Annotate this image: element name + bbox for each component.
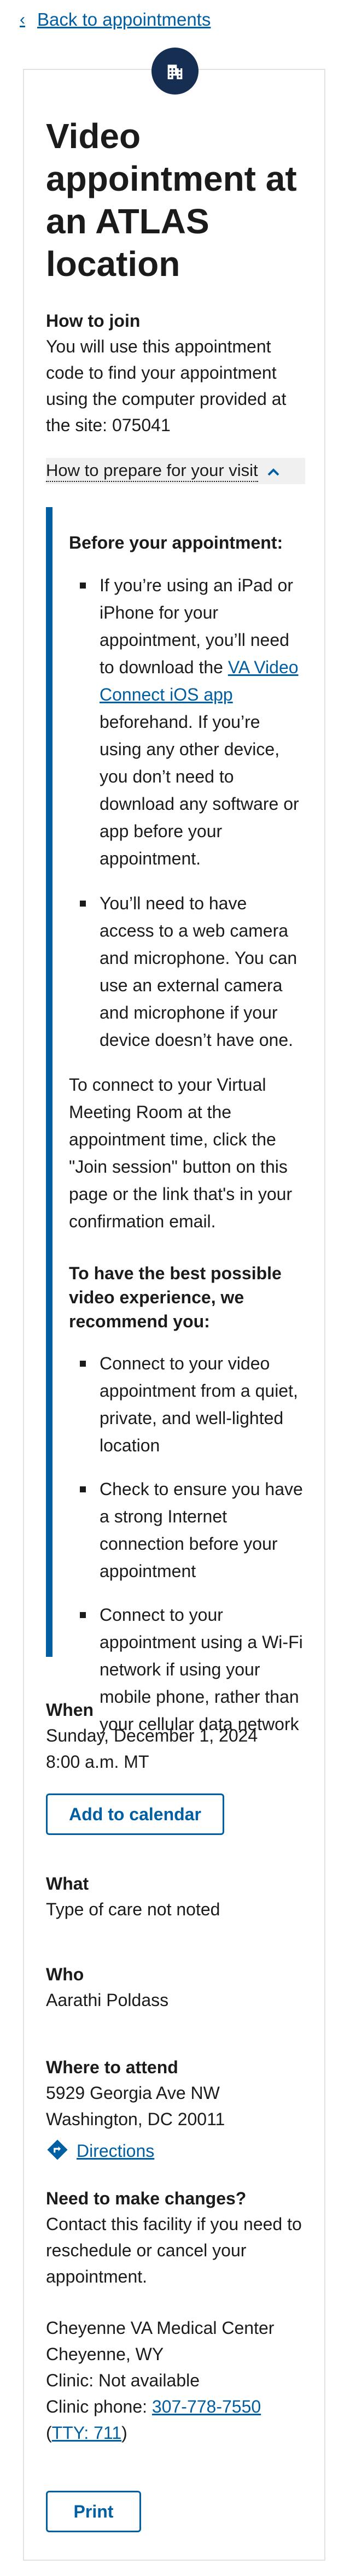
- what-section: What Type of care not noted: [46, 1871, 308, 1922]
- bullet-text: beforehand. If you’re using any other de…: [100, 712, 299, 868]
- where-heading: Where to attend: [46, 2057, 178, 2077]
- list-item: Connect to your video appointment from a…: [69, 1350, 304, 1459]
- back-link-label: Back to appointments: [37, 9, 211, 30]
- back-to-appointments-link[interactable]: ‹ Back to appointments: [20, 8, 211, 32]
- prepare-visit-toggle[interactable]: How to prepare for your visit: [46, 458, 305, 484]
- directions-link[interactable]: Directions: [77, 2138, 154, 2164]
- chevron-up-icon: [267, 461, 280, 481]
- chevron-left-icon: ‹: [20, 10, 25, 28]
- tty-link[interactable]: TTY: 711: [52, 2423, 121, 2443]
- changes-heading: Need to make changes?: [46, 2189, 247, 2208]
- tty-line: (TTY: 711): [46, 2420, 308, 2446]
- appointment-date: Sunday, December 1, 2024: [46, 1726, 258, 1745]
- address-line-2: Washington, DC 20011: [46, 2109, 225, 2129]
- connect-instructions: To connect to your Virtual Meeting Room …: [69, 1075, 293, 1231]
- clinic-name: Clinic: Not available: [46, 2371, 200, 2390]
- list-item: You’ll need to have access to a web came…: [69, 890, 304, 1054]
- building-icon: [151, 48, 199, 95]
- print-button[interactable]: Print: [46, 2491, 141, 2532]
- prepare-visit-toggle-label: How to prepare for your visit: [46, 460, 258, 482]
- clinic-phone-link[interactable]: 307-778-7550: [152, 2397, 261, 2416]
- provider-name: Aarathi Poldass: [46, 1990, 169, 2010]
- how-to-join-heading: How to join: [46, 311, 141, 331]
- type-of-care: Type of care not noted: [46, 1899, 220, 1919]
- page-title: Video appointment at an ATLAS location: [46, 116, 297, 284]
- prepare-visit-panel: Before your appointment: If you’re using…: [46, 507, 307, 1734]
- when-section: When Sunday, December 1, 2024 8:00 a.m. …: [46, 1697, 308, 1835]
- changes-section: Need to make changes? Contact this facil…: [46, 2186, 308, 2446]
- tty-open-paren: (: [46, 2423, 52, 2443]
- add-to-calendar-button[interactable]: Add to calendar: [46, 1793, 224, 1835]
- clinic-phone-line: Clinic phone: 307-778-7550: [46, 2393, 308, 2420]
- when-heading: When: [46, 1700, 94, 1720]
- appointment-time: 8:00 a.m. MT: [46, 1752, 149, 1772]
- who-section: Who Aarathi Poldass: [46, 1962, 308, 2013]
- where-section: Where to attend 5929 Georgia Ave NW Wash…: [46, 2055, 308, 2164]
- who-heading: Who: [46, 1965, 84, 1984]
- best-experience-heading: To have the best possible video experien…: [69, 1263, 282, 1331]
- address-line-1: 5929 Georgia Ave NW: [46, 2083, 220, 2103]
- before-appointment-heading: Before your appointment:: [69, 533, 283, 552]
- list-item: Check to ensure you have a strong Intern…: [69, 1475, 304, 1585]
- list-item: If you’re using an iPad or iPhone for yo…: [69, 572, 304, 872]
- facility-city: Cheyenne, WY: [46, 2344, 164, 2364]
- facility-name: Cheyenne VA Medical Center: [46, 2318, 275, 2338]
- what-heading: What: [46, 1874, 89, 1893]
- how-to-join-text: You will use this appointment code to fi…: [46, 337, 287, 435]
- directions-icon: [46, 2138, 69, 2164]
- clinic-phone-label: Clinic phone:: [46, 2397, 152, 2416]
- tty-close-paren: ): [121, 2423, 127, 2443]
- appointment-header: Video appointment at an ATLAS location H…: [46, 115, 308, 438]
- changes-text: Contact this facility if you need to res…: [46, 2214, 302, 2286]
